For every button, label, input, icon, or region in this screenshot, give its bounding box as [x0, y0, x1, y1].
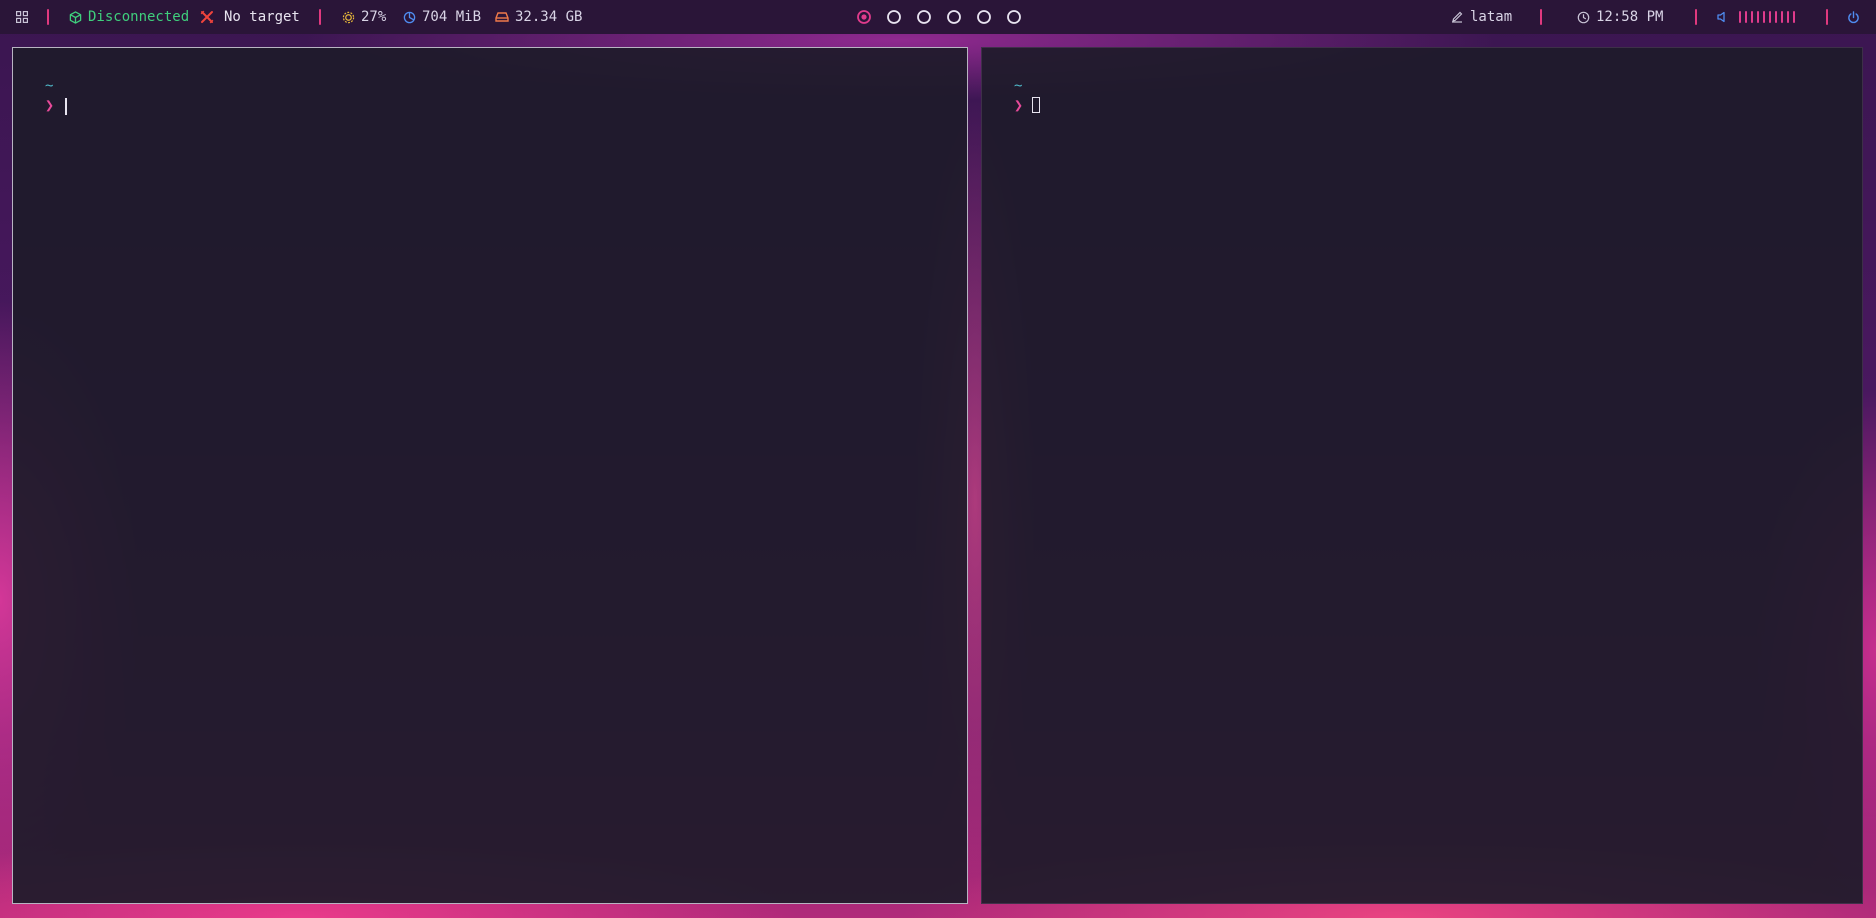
separator — [1695, 9, 1697, 25]
workspace-2-button[interactable] — [885, 8, 903, 26]
separator — [47, 9, 49, 25]
memory-usage[interactable]: 704 MiB — [402, 0, 481, 34]
keyboard-layout[interactable]: latam — [1450, 0, 1512, 34]
terminal-prompt-symbol: ❯ — [45, 96, 55, 114]
separator — [319, 9, 321, 25]
target-status[interactable]: No target — [200, 0, 300, 34]
volume-control[interactable] — [1715, 0, 1795, 34]
workspace-4-button[interactable] — [945, 8, 963, 26]
power-icon — [1846, 10, 1860, 24]
grid-icon — [15, 10, 29, 24]
pencil-icon — [1450, 10, 1464, 24]
separator — [1826, 9, 1828, 25]
terminal-cwd: ~ — [45, 78, 54, 94]
cube-icon — [68, 10, 82, 24]
terminal-cursor — [65, 98, 67, 115]
separator — [1540, 9, 1542, 25]
cpu-icon — [341, 10, 355, 24]
terminal-cursor — [1032, 97, 1040, 113]
power-button[interactable] — [1846, 0, 1860, 34]
disk-usage[interactable]: 32.34 GB — [495, 0, 582, 34]
memory-usage-label: 704 MiB — [422, 9, 482, 25]
cross-icon — [200, 10, 214, 24]
drive-icon — [495, 10, 509, 24]
terminal-window-left[interactable]: ~ ❯ — [12, 47, 968, 904]
clock-icon — [1576, 10, 1590, 24]
disk-usage-label: 32.34 GB — [515, 9, 583, 25]
volume-level-bars[interactable] — [1739, 11, 1795, 23]
target-status-label: No target — [224, 9, 300, 25]
clock[interactable]: 12:58 PM — [1576, 0, 1663, 34]
clock-label: 12:58 PM — [1596, 9, 1664, 25]
vpn-status-label: Disconnected — [88, 9, 190, 25]
speaker-icon — [1715, 10, 1729, 24]
terminal-cwd: ~ — [1014, 78, 1023, 94]
workspace-1-button[interactable] — [855, 8, 873, 26]
vpn-status[interactable]: Disconnected — [68, 0, 189, 34]
app-menu-button[interactable] — [15, 0, 29, 34]
top-bar: Disconnected No target 27% 704 MiB 32.34… — [0, 0, 1876, 34]
pie-icon — [402, 10, 416, 24]
cpu-usage[interactable]: 27% — [341, 0, 386, 34]
workspace-5-button[interactable] — [975, 8, 993, 26]
cpu-usage-label: 27% — [361, 9, 387, 25]
keyboard-layout-label: latam — [1470, 9, 1513, 25]
workspace-3-button[interactable] — [915, 8, 933, 26]
terminal-prompt-symbol: ❯ — [1014, 96, 1024, 114]
workspace-6-button[interactable] — [1005, 8, 1023, 26]
terminal-window-right[interactable]: ~ ❯ — [981, 47, 1863, 904]
